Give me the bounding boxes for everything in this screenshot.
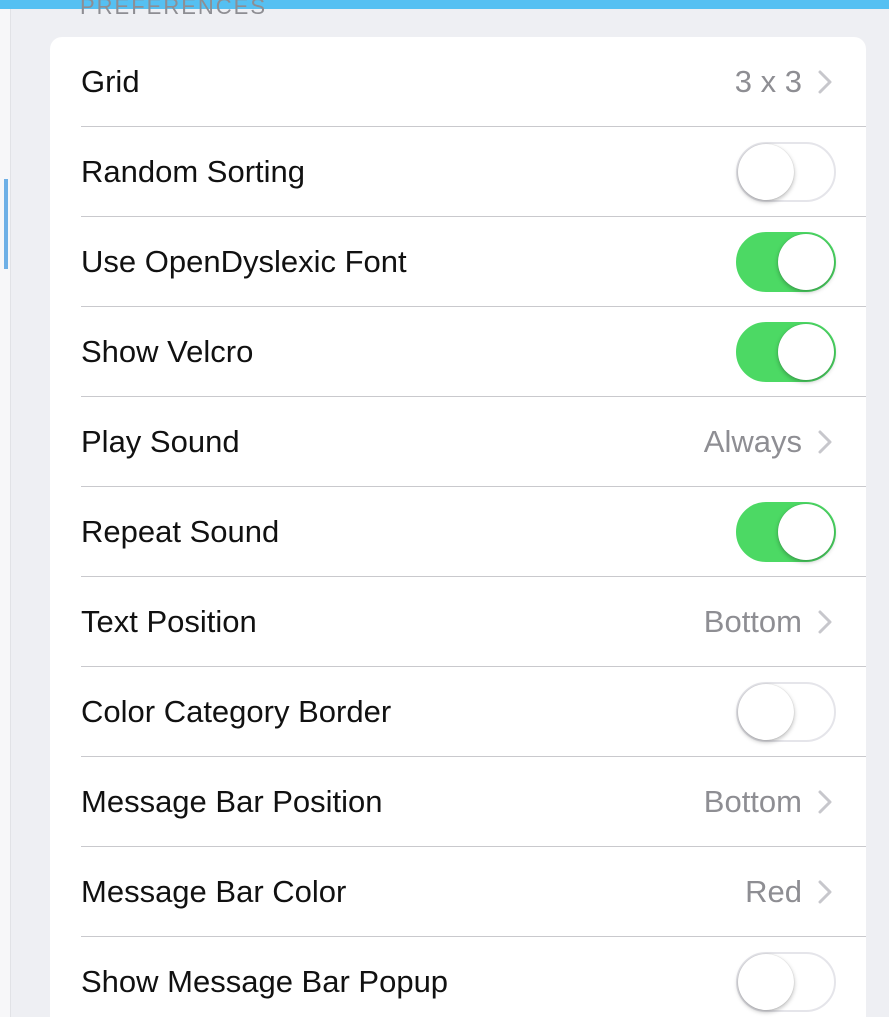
preferences-list: Grid 3 x 3 Random Sorting Use OpenDyslex… [50, 37, 866, 1017]
row-label: Text Position [81, 604, 257, 639]
row-value: Always [703, 424, 802, 459]
open-dyslexic-font-toggle[interactable] [736, 232, 836, 292]
row-random-sorting: Random Sorting [50, 127, 866, 217]
toggle-knob [738, 144, 794, 200]
row-grid[interactable]: Grid 3 x 3 [50, 37, 866, 127]
row-message-bar-color[interactable]: Message Bar Color Red [50, 847, 866, 937]
row-value: Red [745, 874, 802, 909]
chevron-right-icon [818, 880, 832, 904]
section-header: Preferences [80, 0, 268, 14]
random-sorting-toggle[interactable] [736, 142, 836, 202]
row-open-dyslexic-font: Use OpenDyslexic Font [50, 217, 866, 307]
row-label: Show Message Bar Popup [81, 964, 449, 999]
color-category-border-toggle[interactable] [736, 682, 836, 742]
row-repeat-sound: Repeat Sound [50, 487, 866, 577]
toggle-knob [778, 234, 834, 290]
toggle-knob [738, 684, 794, 740]
chevron-right-icon [818, 70, 832, 94]
toggle-knob [738, 954, 794, 1010]
row-play-sound[interactable]: Play Sound Always [50, 397, 866, 487]
chevron-right-icon [818, 610, 832, 634]
toggle-knob [778, 504, 834, 560]
row-color-category-border: Color Category Border [50, 667, 866, 757]
row-label: Message Bar Color [81, 874, 347, 909]
row-label: Show Velcro [81, 334, 254, 369]
row-label: Play Sound [81, 424, 240, 459]
show-velcro-toggle[interactable] [736, 322, 836, 382]
row-message-bar-position[interactable]: Message Bar Position Bottom [50, 757, 866, 847]
row-label: Color Category Border [81, 694, 392, 729]
row-label: Use OpenDyslexic Font [81, 244, 407, 279]
chevron-right-icon [818, 790, 832, 814]
row-show-message-bar-popup: Show Message Bar Popup [50, 937, 866, 1017]
row-label: Repeat Sound [81, 514, 280, 549]
row-text-position[interactable]: Text Position Bottom [50, 577, 866, 667]
row-show-velcro: Show Velcro [50, 307, 866, 397]
selection-indicator [4, 179, 8, 269]
repeat-sound-toggle[interactable] [736, 502, 836, 562]
row-label: Grid [81, 64, 140, 99]
split-view-edge [0, 9, 11, 1017]
settings-screen: Preferences Grid 3 x 3 Random Sorting Us… [0, 0, 889, 1017]
row-label: Random Sorting [81, 154, 306, 189]
show-message-bar-popup-toggle[interactable] [736, 952, 836, 1012]
chevron-right-icon [818, 430, 832, 454]
toggle-knob [778, 324, 834, 380]
row-value: Bottom [703, 604, 802, 639]
row-value: Bottom [703, 784, 802, 819]
row-value: 3 x 3 [734, 64, 802, 99]
row-label: Message Bar Position [81, 784, 383, 819]
